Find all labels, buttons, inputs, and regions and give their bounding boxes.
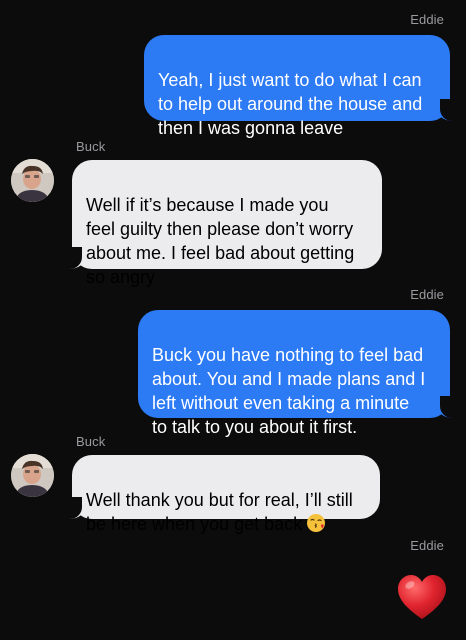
incoming-message-bubble[interactable]: Well thank you but for real, I’ll still … (56, 455, 380, 534)
sender-name-buck: Buck (76, 434, 106, 449)
kissing-face-with-heart-emoji-icon (307, 514, 326, 532)
message-text: Well thank you but for real, I’ll still … (86, 490, 353, 534)
sender-name-eddie: Eddie (410, 12, 444, 27)
sender-name-eddie: Eddie (410, 287, 444, 302)
message-text: Buck you have nothing to feel bad about.… (152, 345, 426, 437)
sender-name-buck: Buck (76, 139, 106, 154)
message-text: Well if it’s because I made you feel gui… (86, 195, 355, 287)
avatar-photo-icon (11, 159, 54, 202)
avatar-photo-icon (11, 454, 54, 497)
avatar[interactable] (11, 454, 54, 497)
outgoing-message-bubble[interactable]: Yeah, I just want to do what I can to he… (144, 35, 466, 138)
sender-name-eddie: Eddie (410, 538, 444, 553)
message-text: Yeah, I just want to do what I can to he… (158, 70, 423, 138)
avatar[interactable] (11, 159, 54, 202)
outgoing-message-bubble[interactable]: Buck you have nothing to feel bad about.… (138, 310, 466, 437)
red-heart-emoji-icon[interactable] (396, 572, 448, 624)
message-thread: Eddie Yeah, I just want to do what I can… (0, 0, 466, 640)
incoming-message-bubble[interactable]: Well if it’s because I made you feel gui… (56, 160, 382, 287)
